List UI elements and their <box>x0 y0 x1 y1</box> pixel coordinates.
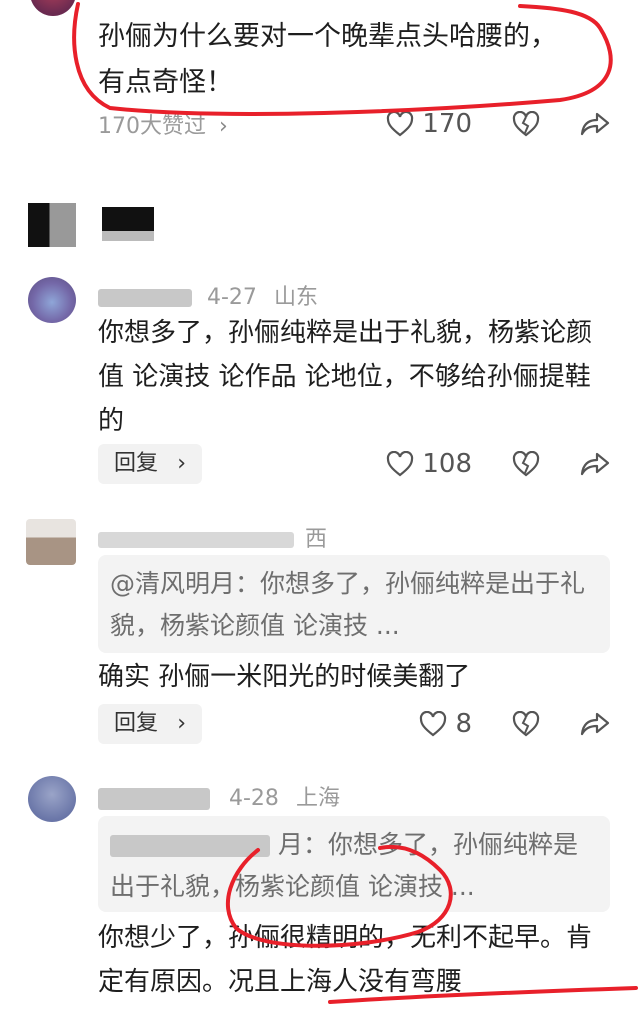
comment-text: 确实 孙俪一米阳光的时候美翻了 <box>98 662 471 692</box>
comment-3: 4-27 山东 你想多了，孙俪纯粹是出于礼貌，杨紫论颜值 论演技 论作品 论地位… <box>0 275 640 495</box>
comment-1: 孙俪为什么要对一个晚辈点头哈腰的，有点奇怪！ 170大赞过 › 170 <box>0 0 640 170</box>
blurred-username <box>98 532 294 548</box>
chevron-right-icon: › <box>219 114 228 139</box>
comment-region: 西 <box>305 527 328 552</box>
heart-outline-icon <box>419 711 447 737</box>
comment-text: 你想多了，孙俪纯粹是出于礼貌，杨紫论颜值 论演技 论作品 论地位，不够给孙俪提鞋… <box>98 318 593 436</box>
quoted-text: @清风明月：你想多了，孙俪纯粹是出于礼貌，杨紫论颜值 论演技 ... <box>110 569 586 640</box>
reply-label: 回复 <box>114 451 159 476</box>
blurred-username <box>98 289 192 307</box>
avatar[interactable] <box>26 519 76 565</box>
comment-date: 4-28 <box>229 786 279 811</box>
comment-text: 孙俪为什么要对一个晚辈点头哈腰的，有点奇怪！ <box>98 21 557 98</box>
comment-meta: 4-27 山东 <box>98 279 318 311</box>
comment-2 <box>0 195 640 275</box>
like-button[interactable]: 108 <box>386 449 472 479</box>
avatar[interactable] <box>28 776 76 822</box>
avatar[interactable] <box>30 0 76 16</box>
reply-button[interactable]: 回复 › <box>98 444 202 484</box>
chevron-right-icon: › <box>177 711 186 736</box>
blurred-username <box>98 788 210 810</box>
blurred-quote-username <box>110 835 270 857</box>
blurred-name-shadow <box>102 231 154 241</box>
likes-summary-text: 170大赞过 <box>98 114 206 139</box>
heart-outline-icon <box>386 111 414 137</box>
comment-meta: 4-28 上海 <box>98 780 340 812</box>
comment-actions: 170 <box>386 104 610 144</box>
reply-label: 回复 <box>114 711 159 736</box>
comment-region: 上海 <box>295 786 340 811</box>
comment-actions: 8 <box>419 704 610 744</box>
blurred-avatar <box>28 203 76 247</box>
quoted-comment[interactable]: @清风明月：你想多了，孙俪纯粹是出于礼貌，杨紫论颜值 论演技 ... <box>98 555 610 653</box>
comment-text: 你想少了，孙俪很精明的，无利不起早。肯定有原因。况且上海人没有弯腰 <box>98 923 593 997</box>
comment-region: 山东 <box>273 285 318 310</box>
like-count: 8 <box>455 709 472 739</box>
comment-5: 4-28 上海 月：你想多了，孙俪纯粹是出于礼貌，杨紫论颜值 论演技 ... 你… <box>0 770 640 1019</box>
broken-heart-icon[interactable] <box>512 111 540 137</box>
broken-heart-icon[interactable] <box>512 711 540 737</box>
comment-meta: 西 <box>98 521 327 553</box>
chevron-right-icon: › <box>177 451 186 476</box>
comment-actions: 108 <box>386 444 610 484</box>
quoted-comment[interactable]: 月：你想多了，孙俪纯粹是出于礼貌，杨紫论颜值 论演技 ... <box>98 816 610 912</box>
comment-date: 4-27 <box>207 285 257 310</box>
likes-summary[interactable]: 170大赞过 › <box>98 108 228 140</box>
like-count: 170 <box>422 109 472 139</box>
broken-heart-icon[interactable] <box>512 451 540 477</box>
share-arrow-icon[interactable] <box>580 451 610 477</box>
reply-button[interactable]: 回复 › <box>98 704 202 744</box>
like-button[interactable]: 170 <box>386 109 472 139</box>
like-button[interactable]: 8 <box>419 709 472 739</box>
share-arrow-icon[interactable] <box>580 111 610 137</box>
avatar[interactable] <box>28 277 76 323</box>
like-count: 108 <box>422 449 472 479</box>
heart-outline-icon <box>386 451 414 477</box>
share-arrow-icon[interactable] <box>580 711 610 737</box>
blurred-name <box>102 207 154 231</box>
comment-4: 西 @清风明月：你想多了，孙俪纯粹是出于礼貌，杨紫论颜值 论演技 ... 确实 … <box>0 515 640 750</box>
